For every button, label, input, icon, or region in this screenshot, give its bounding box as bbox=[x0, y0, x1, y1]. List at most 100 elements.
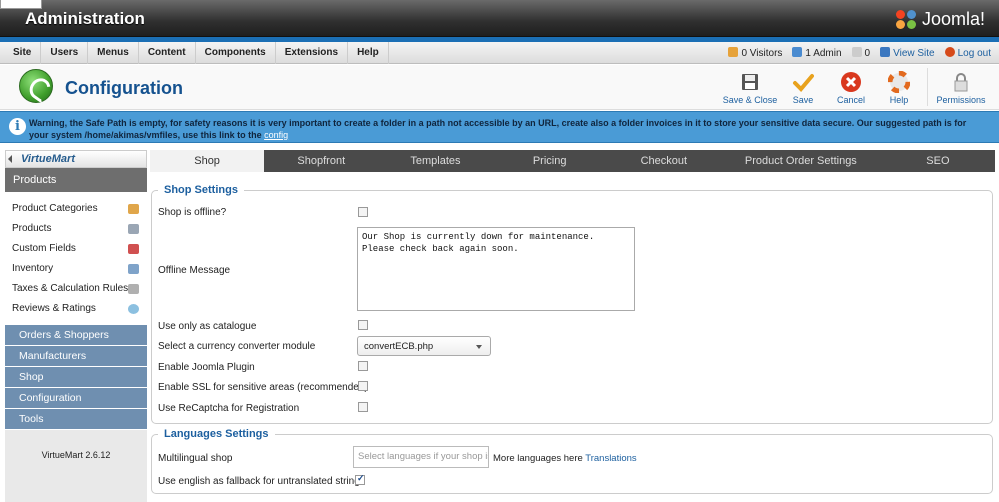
menu-extensions[interactable]: Extensions bbox=[276, 42, 349, 64]
menu-content[interactable]: Content bbox=[139, 42, 196, 64]
menu-help[interactable]: Help bbox=[348, 42, 389, 64]
tab-product-order-settings[interactable]: Product Order Settings bbox=[721, 150, 881, 172]
tab-checkout[interactable]: Checkout bbox=[607, 150, 721, 172]
offline-message-textarea[interactable]: Our Shop is currently down for maintenan… bbox=[357, 227, 635, 311]
config-tabs: Shop Shopfront Templates Pricing Checkou… bbox=[150, 150, 995, 172]
save-close-button[interactable]: Save & Close bbox=[722, 67, 778, 107]
warning-message: Warning, the Safe Path is empty, for saf… bbox=[29, 117, 979, 141]
joomla-plugin-checkbox[interactable] bbox=[358, 361, 368, 371]
sidebar-item-reviews[interactable]: Reviews & Ratings bbox=[5, 299, 147, 319]
fallback-checkbox[interactable] bbox=[355, 473, 365, 485]
translations-link[interactable]: Translations bbox=[585, 453, 636, 464]
cancel-button[interactable]: Cancel bbox=[828, 67, 874, 107]
config-link[interactable]: config bbox=[264, 130, 288, 140]
help-button[interactable]: Help bbox=[876, 67, 922, 107]
config-content: Shop Settings Shop is offline? Our Shop … bbox=[150, 172, 995, 502]
warning-text: Warning, the Safe Path is empty, for saf… bbox=[29, 118, 967, 140]
version-label: VirtueMart 2.6.12 bbox=[41, 450, 111, 460]
menu-users[interactable]: Users bbox=[41, 42, 89, 64]
admins-count: 1 Admin bbox=[805, 48, 842, 59]
tab-shop[interactable]: Shop bbox=[150, 150, 265, 172]
main-menu-bar: Site Users Menus Content Components Exte… bbox=[0, 42, 999, 64]
users-icon bbox=[728, 47, 739, 57]
sidebar-section-products[interactable]: Products bbox=[5, 168, 147, 192]
inventory-icon bbox=[128, 264, 139, 274]
currency-converter-label: Select a currency converter module bbox=[158, 341, 316, 352]
menu-site[interactable]: Site bbox=[4, 42, 42, 64]
more-languages: More languages here Translations bbox=[493, 453, 637, 464]
permissions-button[interactable]: Permissions bbox=[933, 67, 989, 107]
calculator-icon bbox=[128, 284, 139, 294]
sidebar-item-label: Taxes & Calculation Rules bbox=[12, 283, 129, 294]
sidebar-item-custom-fields[interactable]: Custom Fields bbox=[5, 239, 147, 259]
products-submenu: Product Categories Products Custom Field… bbox=[5, 192, 147, 325]
joomla-logo-icon bbox=[895, 9, 918, 30]
cancel-icon bbox=[840, 71, 862, 93]
admin-title: Administration bbox=[25, 9, 145, 28]
shop-offline-label: Shop is offline? bbox=[158, 207, 227, 218]
sidebar-item-product-categories[interactable]: Product Categories bbox=[5, 199, 147, 219]
sidebar-item-products[interactable]: Products bbox=[5, 219, 147, 239]
safe-path-warning: i Warning, the Safe Path is empty, for s… bbox=[0, 111, 999, 143]
ssl-label: Enable SSL for sensitive areas (recommen… bbox=[158, 382, 368, 393]
configuration-icon bbox=[19, 69, 53, 103]
sidebar-item-label: Inventory bbox=[12, 263, 54, 274]
view-site-link-wrap: View Site bbox=[880, 47, 935, 59]
sidebar-item-inventory[interactable]: Inventory bbox=[5, 259, 147, 279]
sidebar-item-shop[interactable]: Shop bbox=[5, 367, 147, 388]
power-icon bbox=[944, 47, 955, 57]
catalogue-label: Use only as catalogue bbox=[158, 321, 257, 332]
help-label: Help bbox=[889, 95, 909, 105]
menu-components[interactable]: Components bbox=[196, 42, 276, 64]
ssl-checkbox[interactable] bbox=[358, 381, 368, 391]
checkmark-icon bbox=[792, 71, 814, 93]
view-site-link[interactable]: View Site bbox=[893, 48, 935, 59]
save-button[interactable]: Save bbox=[780, 67, 826, 107]
shop-offline-checkbox[interactable] bbox=[358, 207, 368, 217]
sidebar-item-taxes[interactable]: Taxes & Calculation Rules bbox=[5, 279, 147, 299]
user-icon bbox=[792, 47, 803, 57]
visitors-status: 0 Visitors bbox=[728, 47, 782, 59]
sidebar-item-label: Reviews & Ratings bbox=[12, 303, 96, 314]
recaptcha-checkbox[interactable] bbox=[358, 402, 368, 412]
currency-converter-select[interactable]: convertECB.php bbox=[357, 336, 491, 356]
sidebar-item-manufacturers[interactable]: Manufacturers bbox=[5, 346, 147, 367]
joomla-plugin-label: Enable Joomla Plugin bbox=[158, 362, 255, 373]
tab-templates[interactable]: Templates bbox=[378, 150, 492, 172]
logout-link[interactable]: Log out bbox=[958, 48, 991, 59]
speech-bubble-icon bbox=[128, 304, 139, 314]
admin-header: Administration Joomla! bbox=[0, 0, 999, 37]
info-icon: i bbox=[9, 118, 26, 135]
sidebar-item-label: Products bbox=[12, 223, 52, 234]
save-close-label: Save & Close bbox=[722, 95, 778, 105]
tab-pricing[interactable]: Pricing bbox=[493, 150, 607, 172]
tab-seo[interactable]: SEO bbox=[881, 150, 995, 172]
collapse-arrow-icon[interactable] bbox=[8, 155, 12, 163]
shop-settings-legend: Shop Settings bbox=[164, 184, 238, 196]
sidebar-item-configuration[interactable]: Configuration bbox=[5, 388, 147, 409]
floppy-icon bbox=[739, 71, 761, 93]
offline-message-label: Offline Message bbox=[158, 265, 231, 276]
menu-menus[interactable]: Menus bbox=[88, 42, 139, 64]
tab-shopfront[interactable]: Shopfront bbox=[264, 150, 378, 172]
mail-icon bbox=[851, 47, 862, 57]
brand-name: Joomla! bbox=[921, 9, 985, 29]
lifebuoy-icon bbox=[887, 70, 911, 94]
joomla-brand: Joomla! bbox=[895, 9, 985, 30]
page-title: Configuration bbox=[65, 78, 183, 98]
messages-count: 0 bbox=[864, 48, 871, 59]
sidebar-item-tools[interactable]: Tools bbox=[5, 409, 147, 430]
messages-status: 0 bbox=[851, 47, 871, 59]
logout-link-wrap: Log out bbox=[944, 47, 991, 59]
cancel-label: Cancel bbox=[836, 95, 865, 105]
recaptcha-label: Use ReCaptcha for Registration bbox=[158, 403, 300, 414]
box-icon bbox=[128, 224, 139, 234]
languages-settings-legend: Languages Settings bbox=[164, 428, 269, 440]
sidebar-item-label: Product Categories bbox=[12, 203, 98, 214]
sidebar-item-orders-shoppers[interactable]: Orders & Shoppers bbox=[5, 325, 147, 346]
catalogue-checkbox[interactable] bbox=[358, 320, 368, 330]
languages-select-input[interactable]: Select languages if your shop is bbox=[353, 446, 489, 468]
window-tab bbox=[0, 0, 42, 9]
folder-icon bbox=[128, 204, 139, 214]
sidebar-logo: VirtueMart bbox=[5, 150, 147, 168]
